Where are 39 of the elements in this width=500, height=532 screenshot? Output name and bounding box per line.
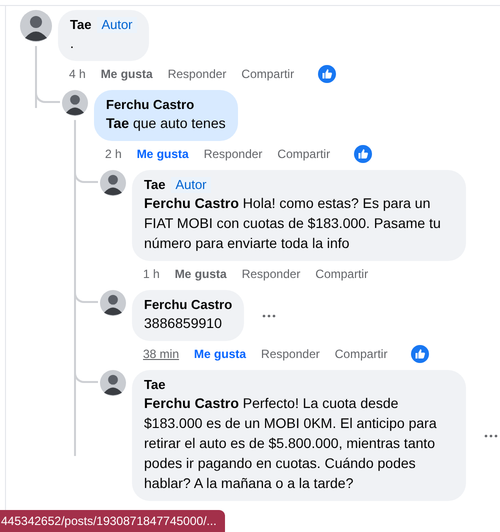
share-link[interactable]: Compartir [315,265,368,283]
comment-text: . [70,34,75,53]
timestamp-link[interactable]: 4 h [69,65,86,83]
share-link[interactable]: Compartir [277,145,330,163]
like-link[interactable]: Me gusta [174,265,227,283]
reply-link[interactable]: Responder [242,265,300,283]
comment-text: Tae que auto tenes [106,114,226,133]
timestamp-link[interactable]: 38 min [143,345,180,363]
avatar[interactable] [100,290,126,316]
timestamp-link[interactable]: 1 h [143,265,160,283]
like-link[interactable]: Me gusta [100,65,153,83]
author-badge: Autor [97,17,137,33]
more-options-icon[interactable] [262,314,276,318]
avatar[interactable] [62,90,88,116]
share-link[interactable]: Compartir [241,65,294,83]
more-options-icon[interactable] [484,434,498,438]
author-name[interactable]: Ferchu Castro [144,297,232,313]
like-link[interactable]: Me gusta [194,345,246,363]
comment-text: 3886859910 [144,314,223,333]
like-reaction-icon[interactable] [411,345,430,363]
comment-text: Ferchu Castro Hola! como estas? Es para un FIAT MOBI con cuotas de $183.000. Pasame tu número para enviarte toda la info [144,194,442,253]
reply-link[interactable]: Responder [204,145,262,163]
like-reaction-icon[interactable] [354,145,372,163]
author-name[interactable]: Ferchu Castro [106,97,194,113]
link-url-tooltip: 445342652/posts/1930871847745000/... [0,510,225,532]
share-link[interactable]: Compartir [334,345,388,363]
avatar[interactable] [100,170,126,196]
timestamp-link[interactable]: 2 h [105,145,122,163]
author-name[interactable]: Tae [144,177,166,193]
avatar[interactable] [100,370,126,396]
like-reaction-icon[interactable] [318,65,336,83]
author-badge: Autor [171,177,211,193]
like-link[interactable]: Me gusta [136,145,189,163]
reply-link[interactable]: Responder [168,65,226,83]
author-name[interactable]: Tae [70,17,92,33]
reply-link[interactable]: Responder [261,345,320,363]
comment-text: Ferchu Castro Perfecto! La cuota desde $183.000 es de un MOBI 0KM. El anticipo para retirar el auto es de $5.800.000, mientras tanto podes ir pagando en cuotas. Cuándo podes hablar? A la mañana o a la tarde? [144,394,438,493]
author-name[interactable]: Tae [144,377,166,393]
avatar[interactable] [20,10,52,42]
